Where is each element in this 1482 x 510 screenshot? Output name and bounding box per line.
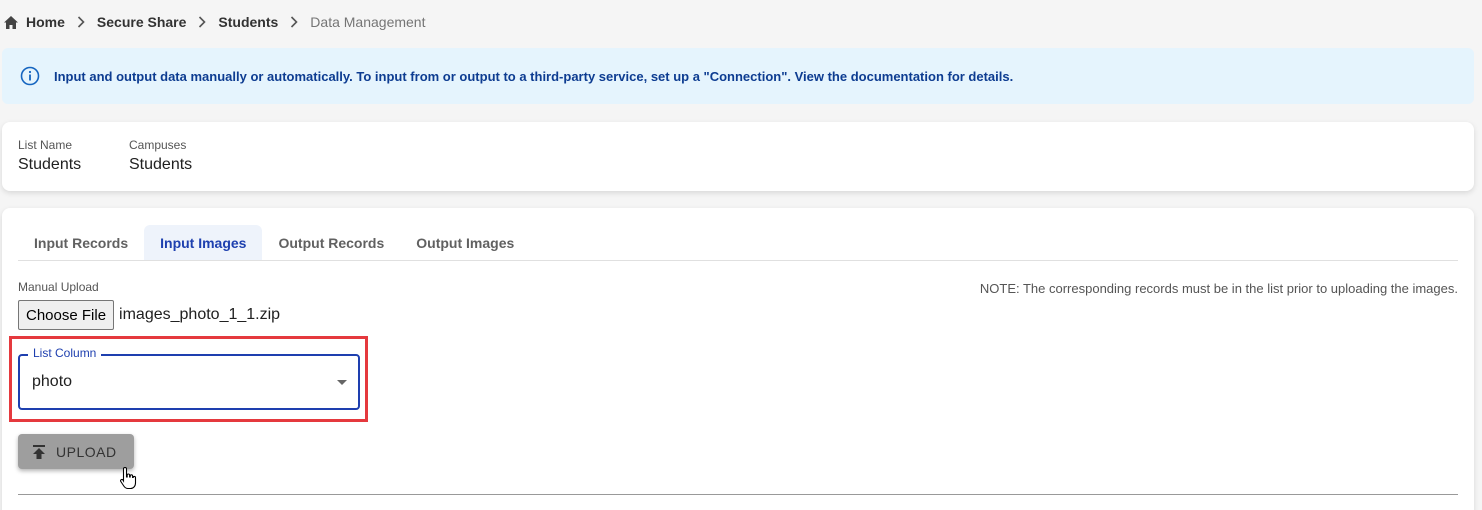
upload-icon [32,444,46,459]
list-column-value: photo [32,373,73,390]
file-input: Choose File images_photo_1_1.zip [18,300,280,330]
chevron-right-icon [290,16,298,28]
campuses-label: Campuses [129,138,187,152]
breadcrumb-current: Data Management [310,14,426,30]
campuses-value: Students [129,156,193,173]
list-name-label: List Name [18,138,73,152]
selected-file-name: images_photo_1_1.zip [119,306,281,323]
data-management-card: Input Records Input Images Output Record… [2,208,1474,510]
tab-bar: Input Records Input Images Output Record… [18,225,1458,261]
campuses-field: Campuses Students [129,138,192,174]
upload-button-label: UPLOAD [56,443,117,460]
breadcrumb-students[interactable]: Students [218,14,278,30]
manual-upload-label: Manual Upload [18,280,99,294]
home-icon [4,15,18,29]
upload-button[interactable]: UPLOAD [18,434,134,469]
divider [18,494,1458,495]
upload-note: NOTE: The corresponding records must be … [979,281,1458,296]
chevron-right-icon [198,16,207,28]
list-name-value: Students [18,156,82,173]
tab-input-records[interactable]: Input Records [18,225,144,260]
breadcrumb-home-label: Home [26,14,65,30]
breadcrumb: Home Secure Share Students Data Manageme… [4,12,425,32]
info-alert: Input and output data manually or automa… [2,48,1474,104]
list-info-card: List Name Students Campuses Students [2,122,1474,191]
hand-pointer-icon [119,466,137,495]
chevron-right-icon [77,16,85,28]
dropdown-arrow-icon [337,380,347,385]
tab-output-images[interactable]: Output Images [400,225,530,260]
alert-text: Input and output data manually or automa… [54,68,1014,84]
tab-output-records[interactable]: Output Records [262,225,400,260]
list-column-label: List Column [28,346,102,360]
info-icon [20,66,40,86]
list-name-field: List Name Students [18,138,81,174]
breadcrumb-secure-share[interactable]: Secure Share [97,14,187,30]
list-column-select[interactable]: List Column photo [18,346,360,410]
breadcrumb-home[interactable]: Home [4,14,65,30]
tab-input-images[interactable]: Input Images [144,225,263,260]
choose-file-button[interactable]: Choose File [18,300,115,330]
